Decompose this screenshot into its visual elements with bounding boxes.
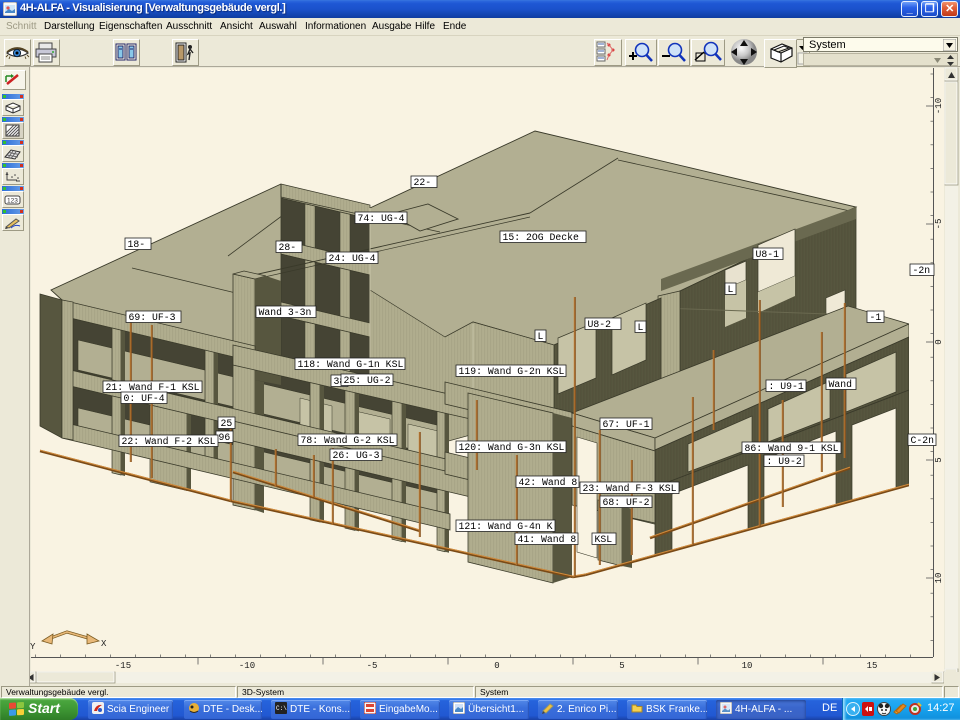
svg-text:10: 10 (934, 573, 944, 584)
svg-text:25: 25 (221, 418, 233, 429)
svg-text:KSL: KSL (595, 534, 613, 545)
svg-text:-5: -5 (367, 661, 378, 671)
svg-text:L: L (538, 331, 544, 342)
svg-text:: U9-1: : U9-1 (769, 381, 804, 392)
svg-text:-2n: -2n (913, 265, 931, 276)
svg-text:78: Wand G-2 KSL: 78: Wand G-2 KSL (301, 435, 395, 446)
svg-text:86: Wand 9-1 KSL: 86: Wand 9-1 KSL (745, 443, 839, 454)
svg-text:22: Wand F-2 KSL: 22: Wand F-2 KSL (122, 436, 216, 447)
svg-text:X: X (101, 639, 107, 649)
svg-text:0: UF-4: 0: UF-4 (124, 393, 165, 404)
svg-text:21: Wand F-1 KSL: 21: Wand F-1 KSL (106, 382, 200, 393)
svg-text:-10: -10 (239, 661, 255, 671)
svg-text:41: Wand 8: 41: Wand 8 (518, 534, 577, 545)
svg-text:L: L (638, 322, 644, 333)
svg-text:-1: -1 (870, 312, 882, 323)
svg-text:69: UF-3: 69: UF-3 (129, 312, 176, 323)
svg-text:25: UG-2: 25: UG-2 (344, 375, 391, 386)
svg-text:15: 15 (867, 661, 878, 671)
svg-text:5: 5 (934, 457, 944, 462)
svg-text:42: Wand 8: 42: Wand 8 (519, 477, 578, 488)
svg-text:-15: -15 (115, 661, 131, 671)
svg-text:10: 10 (742, 661, 753, 671)
svg-text:118: Wand G-1n KSL: 118: Wand G-1n KSL (298, 359, 404, 370)
svg-text:Y: Y (30, 642, 36, 652)
svg-text:C-2n: C-2n (911, 435, 935, 446)
svg-text:23: Wand F-3 KSL: 23: Wand F-3 KSL (583, 483, 677, 494)
svg-text:74: UG-4: 74: UG-4 (358, 213, 405, 224)
svg-text:24: UG-4: 24: UG-4 (329, 253, 376, 264)
svg-text:26: UG-3: 26: UG-3 (333, 450, 380, 461)
svg-text:Wand: Wand (829, 379, 853, 390)
svg-text:0: 0 (934, 339, 944, 344)
svg-text:67: UF-1: 67: UF-1 (603, 419, 650, 430)
svg-text:18-: 18- (128, 239, 146, 250)
svg-text:: U9-2: : U9-2 (767, 456, 802, 467)
svg-text:0: 0 (494, 661, 499, 671)
svg-text:28-: 28- (279, 242, 297, 253)
svg-text:Wand 3-3n: Wand 3-3n (259, 307, 312, 318)
svg-text:L: L (728, 284, 734, 295)
svg-text:121: Wand G-4n K: 121: Wand G-4n K (459, 521, 553, 532)
svg-text:68: UF-2: 68: UF-2 (603, 497, 650, 508)
svg-text:119: Wand G-2n KSL: 119: Wand G-2n KSL (459, 366, 565, 377)
svg-text:96: 96 (219, 432, 231, 443)
svg-text:22-: 22- (414, 177, 432, 188)
svg-text:120: Wand G-3n KSL: 120: Wand G-3n KSL (459, 442, 565, 453)
svg-text:-10: -10 (934, 98, 944, 114)
svg-text:123: 123 (7, 198, 18, 205)
svg-text:-5: -5 (934, 219, 944, 230)
svg-text:C:\: C:\ (276, 705, 287, 712)
svg-text:15: 2OG Decke: 15: 2OG Decke (503, 232, 580, 243)
svg-text:U8-1: U8-1 (756, 249, 780, 260)
svg-text:U8-2: U8-2 (588, 319, 612, 330)
svg-text:5: 5 (619, 661, 624, 671)
